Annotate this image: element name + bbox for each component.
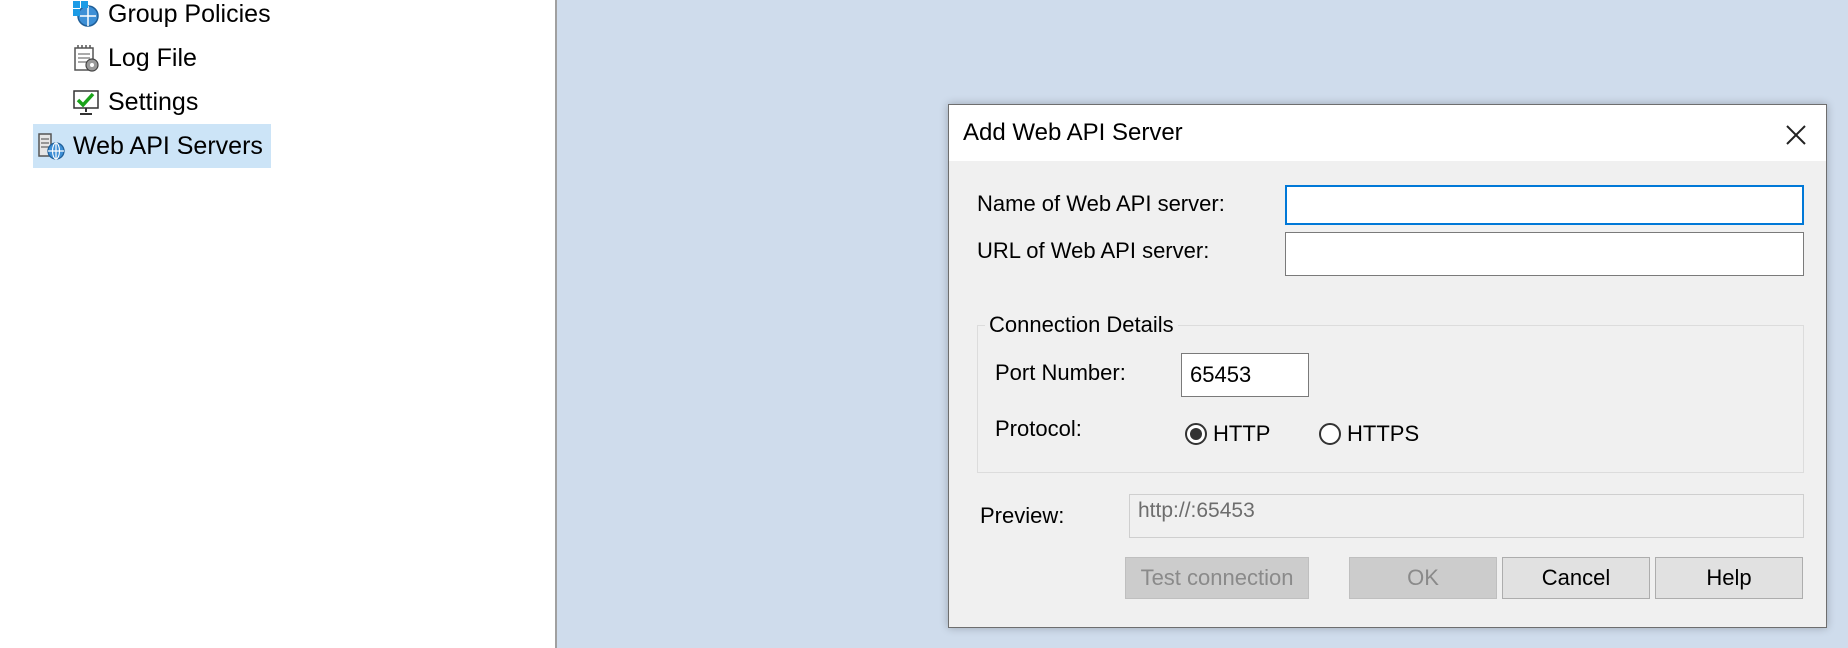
url-label: URL of Web API server: bbox=[977, 238, 1210, 263]
web-api-servers-icon bbox=[37, 132, 65, 160]
preview-value: http://:65453 bbox=[1129, 494, 1804, 538]
tree-item-label: Settings bbox=[108, 87, 199, 116]
log-file-icon bbox=[72, 44, 100, 72]
help-button[interactable]: Help bbox=[1655, 557, 1803, 599]
add-web-api-server-dialog: Add Web API Server Name of Web API serve… bbox=[948, 104, 1827, 628]
port-number-input[interactable] bbox=[1181, 353, 1309, 397]
tree-item-label: Log File bbox=[108, 43, 197, 72]
dialog-titlebar[interactable]: Add Web API Server bbox=[949, 105, 1826, 161]
tree-item-label: Web API Servers bbox=[73, 131, 263, 160]
dialog-title: Add Web API Server bbox=[963, 119, 1183, 146]
close-button[interactable] bbox=[1776, 115, 1816, 155]
radio-unchecked-icon bbox=[1319, 423, 1341, 445]
server-url-input[interactable] bbox=[1285, 232, 1804, 276]
server-name-input[interactable] bbox=[1285, 185, 1804, 225]
settings-icon bbox=[72, 88, 100, 116]
group-policies-icon bbox=[72, 0, 100, 28]
tree-item-log-file[interactable]: Log File bbox=[68, 36, 201, 80]
protocol-label: Protocol: bbox=[995, 416, 1082, 441]
cancel-button[interactable]: Cancel bbox=[1502, 557, 1650, 599]
ok-button[interactable]: OK bbox=[1349, 557, 1497, 599]
protocol-https-radio[interactable]: HTTPS bbox=[1319, 421, 1419, 447]
tree-item-group-policies[interactable]: Group Policies bbox=[68, 0, 275, 36]
tree-item-label: Group Policies bbox=[108, 0, 271, 28]
preview-label: Preview: bbox=[980, 503, 1065, 528]
tree-item-web-api-servers[interactable]: Web API Servers bbox=[33, 124, 271, 168]
connection-details-group bbox=[977, 325, 1804, 473]
radio-checked-icon bbox=[1185, 423, 1207, 445]
test-connection-button[interactable]: Test connection bbox=[1125, 557, 1309, 599]
close-icon bbox=[1786, 125, 1806, 145]
radio-label: HTTP bbox=[1213, 421, 1271, 446]
protocol-http-radio[interactable]: HTTP bbox=[1185, 421, 1270, 447]
tree-item-settings[interactable]: Settings bbox=[68, 80, 202, 124]
name-label: Name of Web API server: bbox=[977, 191, 1225, 216]
connection-details-legend: Connection Details bbox=[985, 312, 1178, 338]
radio-label: HTTPS bbox=[1347, 421, 1420, 446]
navigation-tree: Group Policies Log File Settings Web API… bbox=[0, 0, 557, 648]
port-label: Port Number: bbox=[995, 360, 1126, 385]
